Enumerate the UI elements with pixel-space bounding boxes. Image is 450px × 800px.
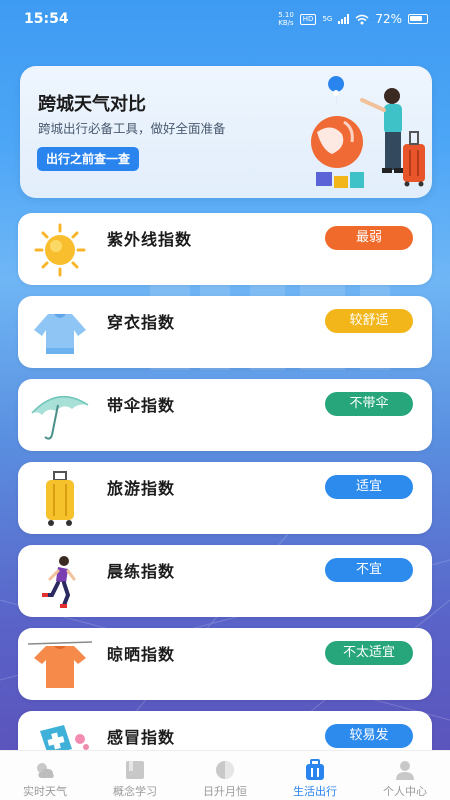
tab-label: 概念学习 [113,785,157,798]
tab-sun-moon[interactable]: 日升月恒 [180,751,270,800]
index-label: 紫外线指数 [107,230,193,249]
network-speed-value: 5.10 [278,11,294,19]
person-icon [396,761,414,780]
runner-icon [42,556,76,608]
tab-label: 个人中心 [383,785,427,798]
status-time: 15:54 [24,11,69,27]
index-status-badge: 较易发 [325,724,413,748]
index-card-travel[interactable]: 旅游指数 适宜 [18,462,432,534]
luggage-icon [46,471,74,526]
tab-label: 日升月恒 [203,785,247,798]
hd-icon: HD [299,13,317,25]
network-speed-unit: KB/s [278,19,294,27]
moon-icon [216,761,234,779]
weather-icon [37,763,54,778]
tab-concept-learning[interactable]: 概念学习 [90,751,180,800]
wifi-icon [355,14,369,24]
index-label: 带伞指数 [107,396,176,415]
tab-personal-center[interactable]: 个人中心 [360,751,450,800]
index-card-umbrella[interactable]: 带伞指数 不带伞 [18,379,432,451]
index-card-morning-exercise[interactable]: 晨练指数 不宜 [18,545,432,617]
index-status-badge: 不太适宜 [325,641,413,665]
signal-icon [338,14,350,24]
sweater-icon [34,314,86,354]
tab-realtime-weather[interactable]: 实时天气 [0,751,90,800]
index-card-drying[interactable]: 晾晒指数 不太适宜 [18,628,432,700]
banner-subtitle: 跨城出行必备工具，做好全面准备 [38,121,226,136]
status-icons: 5.10 KB/s HD 5G 72% [278,11,428,27]
index-label: 晨练指数 [107,562,176,581]
tab-label: 实时天气 [23,785,67,798]
tab-life-travel[interactable]: 生活出行 [270,751,360,800]
index-label: 晾晒指数 [107,645,176,664]
bottom-tab-bar: 实时天气 概念学习 日升月恒 生活出行 个人中心 [0,750,450,800]
traveler-globe-illustration [311,76,425,188]
banner-title: 跨城天气对比 [38,94,146,115]
book-icon [126,761,144,779]
battery-icon [408,14,428,24]
index-card-uv[interactable]: 紫外线指数 最弱 [18,213,432,285]
check-before-travel-button[interactable]: 出行之前查一查 [37,147,140,171]
briefcase-icon [306,759,324,780]
index-status-badge: 不宜 [325,558,413,582]
index-label: 穿衣指数 [107,313,176,332]
tab-label: 生活出行 [293,785,337,798]
city-weather-compare-banner[interactable]: 跨城天气对比 跨城出行必备工具，做好全面准备 出行之前查一查 [20,66,432,198]
index-status-badge: 不带伞 [325,392,413,416]
umbrella-icon [31,395,89,440]
network-speed: 5.10 KB/s [278,11,294,27]
index-label: 旅游指数 [107,479,176,498]
index-status-badge: 较舒适 [325,309,413,333]
index-card-clothing[interactable]: 穿衣指数 较舒适 [18,296,432,368]
sun-icon [34,223,86,277]
network-type: 5G [322,15,333,23]
index-status-badge: 最弱 [325,226,413,250]
battery-percent: 72% [375,12,402,26]
status-bar: 15:54 5.10 KB/s HD 5G 72% [0,0,450,38]
index-label: 感冒指数 [107,728,176,747]
index-status-badge: 适宜 [325,475,413,499]
tshirt-icon [28,641,92,688]
